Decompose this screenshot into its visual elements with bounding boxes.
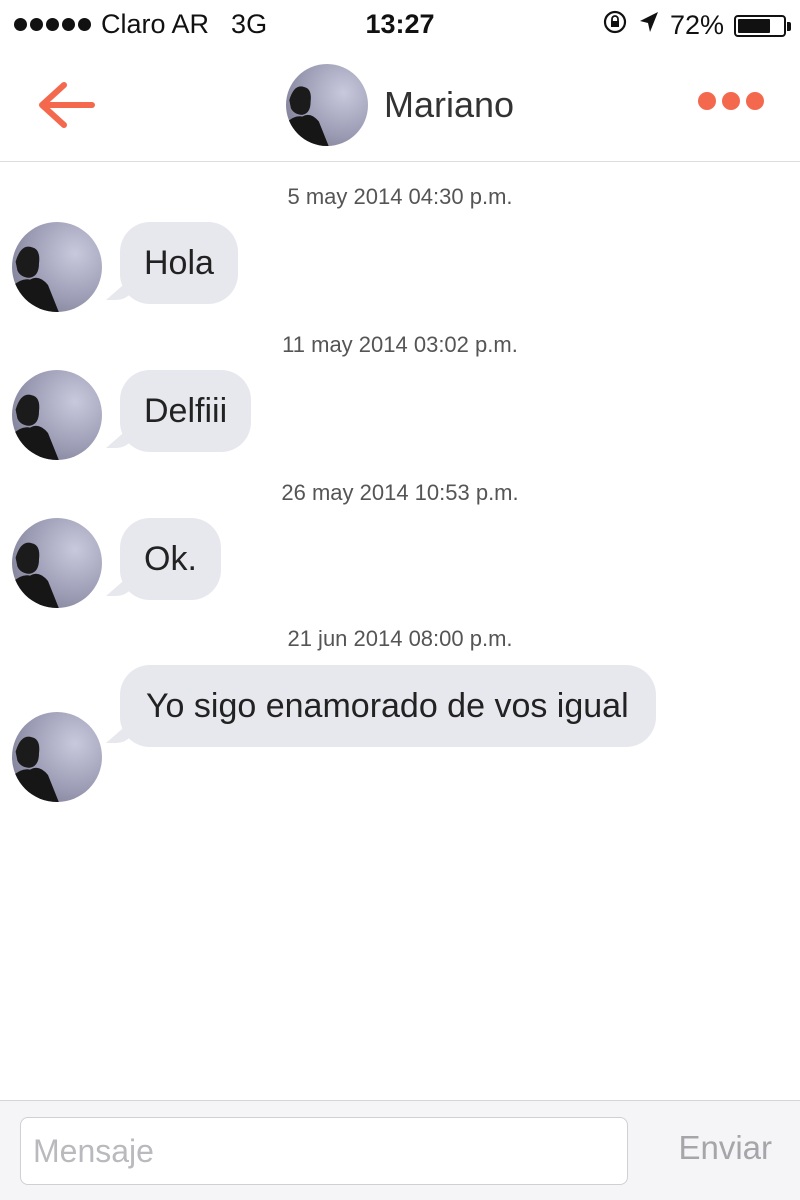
contact-avatar[interactable] (285, 64, 368, 146)
location-arrow-icon (638, 10, 660, 41)
more-dots-icon (698, 92, 716, 110)
sender-avatar[interactable] (12, 222, 102, 312)
message-timestamp: 11 may 2014 03:02 p.m. (282, 332, 518, 357)
message-bubble[interactable]: Ok. (120, 518, 221, 600)
message-timestamp: 26 may 2014 10:53 p.m. (281, 480, 519, 505)
message-bubble[interactable]: Delfiii (120, 370, 252, 452)
message-list[interactable]: 5 may 2014 04:30 p.m. Hola 11 may 2014 0… (0, 162, 800, 1100)
nav-bar: Mariano (0, 54, 800, 162)
more-options-button[interactable] (698, 92, 764, 110)
battery-level (738, 18, 770, 33)
sender-avatar[interactable] (12, 518, 102, 608)
status-right: 72% (602, 9, 791, 42)
rotation-lock-icon (602, 9, 628, 42)
message-bubble[interactable]: Hola (120, 222, 238, 304)
battery-icon (734, 14, 791, 37)
message-input[interactable] (20, 1117, 628, 1185)
contact-name: Mariano (383, 84, 515, 125)
message-timestamp: 5 may 2014 04:30 p.m. (287, 184, 513, 209)
send-button[interactable]: Enviar (678, 1129, 772, 1167)
battery-percent: 72% (669, 10, 724, 40)
contact-header[interactable]: Mariano (0, 64, 800, 146)
message-bubble[interactable]: Yo sigo enamorado de vos igual (120, 665, 656, 747)
status-bar: Claro AR 3G 13:27 72% (0, 0, 800, 54)
sender-avatar[interactable] (12, 712, 102, 802)
chat-screen: Claro AR 3G 13:27 72% Mariano 5 may 2014… (0, 0, 800, 1200)
message-timestamp: 21 jun 2014 08:00 p.m. (287, 626, 513, 651)
compose-bar: Enviar (0, 1100, 800, 1200)
sender-avatar[interactable] (12, 370, 102, 460)
